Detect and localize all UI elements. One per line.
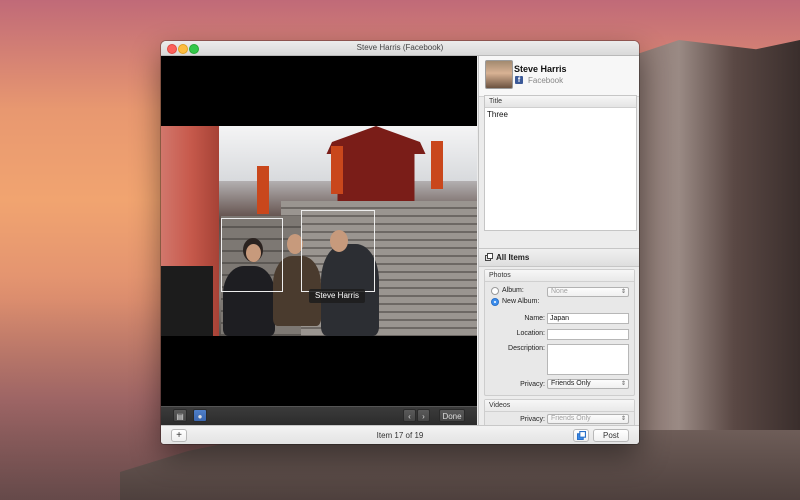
tag-faces-button[interactable]: ● (193, 409, 207, 422)
avatar (485, 60, 513, 89)
title-header: Title (485, 96, 636, 108)
crop-button[interactable]: ▤ (173, 409, 187, 422)
item-counter: Item 17 of 19 (376, 431, 424, 440)
done-button[interactable]: Done (439, 409, 465, 422)
all-items-bar[interactable]: All Items (479, 248, 639, 267)
previous-item-button[interactable]: ‹ (403, 409, 416, 422)
album-name-field[interactable]: Japan (547, 313, 629, 324)
chevron-right-icon: › (422, 412, 425, 421)
minimize-window-button[interactable] (178, 44, 188, 54)
photos-group: Photos Album: None ⇕ New Album: Name: Ja… (484, 269, 635, 396)
zoom-window-button[interactable] (189, 44, 199, 54)
title-bar: Steve Harris (Facebook) (161, 41, 639, 56)
description-label: Description: (508, 345, 545, 352)
chevron-left-icon: ‹ (408, 412, 411, 421)
preview-toolbar: ▤ ● ‹ › Done (161, 406, 477, 425)
photo-privacy-value: Friends Only (551, 380, 591, 387)
name-label: Name: (524, 315, 545, 322)
title-field[interactable]: Three (485, 108, 636, 121)
window-title: Steve Harris (Facebook) (356, 43, 444, 52)
close-window-button[interactable] (167, 44, 177, 54)
chevron-updown-icon: ⇕ (620, 381, 626, 387)
photo-privacy-label: Privacy: (520, 381, 545, 388)
sidebar: Steve Harris f Facebook Title Three All … (478, 56, 639, 431)
album-label: Album: (502, 287, 524, 294)
album-popup-value: None (551, 288, 568, 295)
face-box-left[interactable] (221, 218, 283, 292)
facebook-icon: f (515, 76, 523, 84)
crop-icon: ▤ (176, 412, 184, 421)
new-album-radio[interactable] (491, 298, 499, 306)
album-popup: None ⇕ (547, 287, 629, 297)
title-panel: Title Three (484, 95, 637, 231)
video-privacy-label: Privacy: (520, 416, 545, 423)
all-items-label: All Items (496, 253, 530, 262)
new-album-label: New Album: (502, 298, 540, 305)
location-field[interactable] (547, 329, 629, 340)
photo-privacy-popup[interactable]: Friends Only ⇕ (547, 379, 629, 389)
show-all-items-button[interactable] (573, 429, 589, 442)
post-button[interactable]: Post (593, 429, 629, 442)
photo-preview-area: Steve Harris (161, 56, 477, 406)
face-box-right[interactable] (301, 210, 375, 292)
status-bar: + Item 17 of 19 Post (161, 425, 639, 444)
account-header: Steve Harris f Facebook (479, 56, 639, 97)
person-icon: ● (197, 412, 203, 421)
share-window: Steve Harris (Facebook) Steve Harris ▤ ●… (161, 41, 639, 444)
video-privacy-value: Friends Only (551, 415, 591, 422)
photos-header: Photos (485, 270, 634, 282)
next-item-button[interactable]: › (417, 409, 430, 422)
account-name: Steve Harris (514, 64, 567, 74)
stack-icon (485, 253, 493, 261)
photo-image (161, 126, 477, 336)
album-radio[interactable] (491, 287, 499, 295)
description-field[interactable] (547, 344, 629, 375)
account-service: Facebook (528, 76, 564, 85)
chevron-updown-icon: ⇕ (620, 289, 626, 295)
videos-header: Videos (485, 400, 634, 412)
location-label: Location: (516, 330, 545, 337)
stack-icon (576, 431, 586, 440)
video-privacy-popup: Friends Only ⇕ (547, 414, 629, 424)
chevron-updown-icon: ⇕ (620, 416, 626, 422)
face-tag-label[interactable]: Steve Harris (309, 289, 366, 303)
